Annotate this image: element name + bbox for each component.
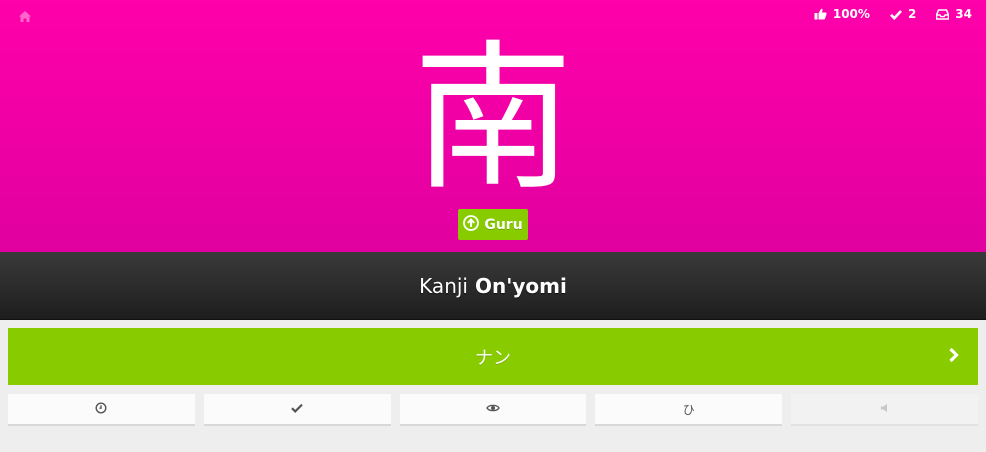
question-type-bar: Kanji On'yomi bbox=[0, 252, 986, 320]
eye-icon bbox=[486, 402, 500, 416]
audio-button[interactable] bbox=[791, 394, 978, 426]
item-info-check-button[interactable] bbox=[203, 394, 391, 426]
inbox-icon bbox=[936, 8, 950, 20]
item-character: 南 bbox=[412, 25, 573, 212]
home-icon[interactable] bbox=[18, 8, 32, 22]
submit-answer-button[interactable] bbox=[944, 346, 964, 368]
arrow-up-circle-icon bbox=[463, 214, 480, 235]
stat-queue-count: 34 bbox=[936, 7, 972, 21]
kana-chart-button[interactable]: ひ bbox=[595, 394, 783, 426]
review-stats: 100% 2 34 bbox=[814, 7, 972, 21]
check-icon bbox=[291, 402, 303, 416]
reading-type-label: On'yomi bbox=[474, 273, 567, 298]
srs-level-badge: Guru bbox=[458, 209, 528, 240]
answer-field[interactable]: ナン bbox=[8, 328, 978, 385]
hiragana-icon: ひ bbox=[682, 402, 695, 417]
chevron-right-icon bbox=[948, 347, 960, 368]
additional-content-buttons: ひ bbox=[8, 394, 978, 426]
item-info-button[interactable] bbox=[399, 394, 587, 426]
stat-done-count: 2 bbox=[890, 7, 916, 21]
speaker-icon bbox=[880, 402, 890, 416]
queue-count-value: 34 bbox=[955, 7, 972, 21]
item-header: 100% 2 34 南 Guru bbox=[0, 0, 986, 252]
answer-value: ナン bbox=[475, 347, 511, 369]
check-icon bbox=[890, 9, 902, 20]
last-items-button[interactable] bbox=[8, 394, 195, 426]
thumbs-up-icon bbox=[814, 8, 827, 20]
item-type-label: Kanji bbox=[419, 273, 468, 298]
done-count-value: 2 bbox=[907, 7, 917, 21]
percent-correct-value: 100% bbox=[832, 7, 870, 21]
clock-icon bbox=[95, 401, 107, 417]
srs-level-label: Guru bbox=[484, 216, 523, 233]
stat-percent-correct: 100% bbox=[814, 7, 870, 21]
